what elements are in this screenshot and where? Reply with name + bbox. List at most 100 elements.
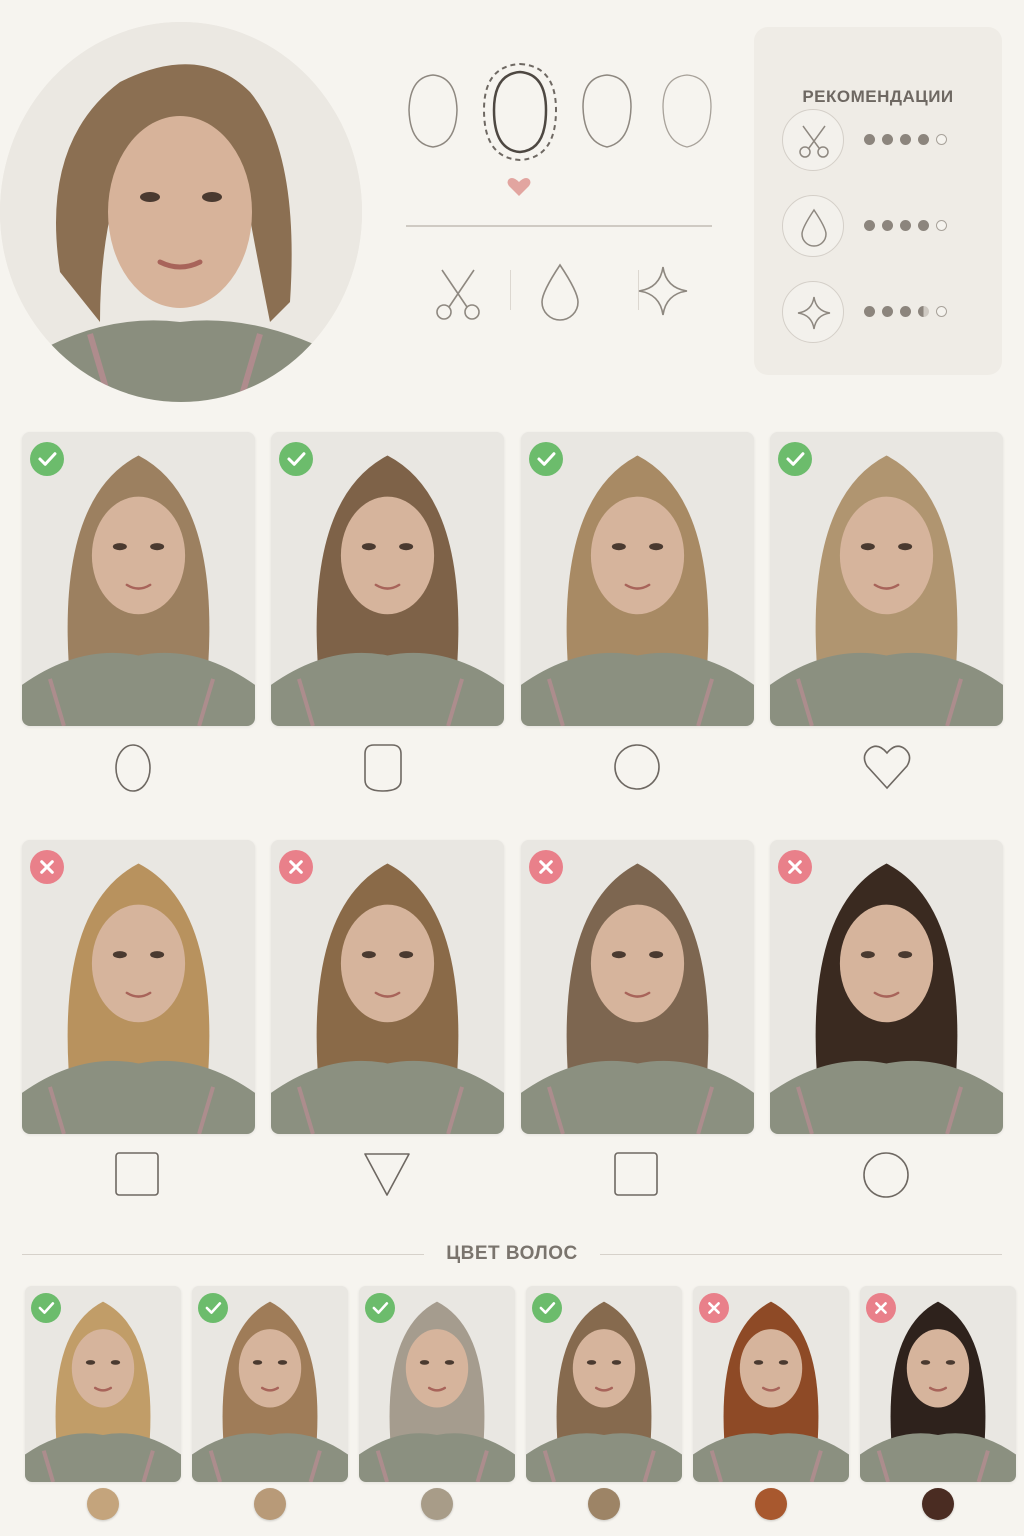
hairstyle-portrait [271, 840, 504, 1134]
hair-color-card[interactable] [693, 1286, 849, 1482]
favorite-heart-icon[interactable] [506, 176, 532, 198]
portrait-illustration [0, 22, 362, 402]
hairstyle-card[interactable] [22, 432, 255, 726]
check-icon [786, 452, 805, 466]
hair-color-card[interactable] [526, 1286, 682, 1482]
check-icon [205, 1302, 222, 1314]
suitable-badge [198, 1293, 228, 1323]
unsuitable-badge [778, 850, 812, 884]
square-shape-icon [115, 1152, 159, 1196]
oblong-shape-icon [364, 744, 402, 792]
face-shape-indicator [612, 1150, 660, 1203]
suitable-badge [532, 1293, 562, 1323]
suitable-badge [365, 1293, 395, 1323]
hairstyle-card[interactable] [271, 840, 504, 1134]
suitable-badge [778, 442, 812, 476]
color-swatch[interactable] [87, 1488, 119, 1520]
hair-color-card[interactable] [860, 1286, 1016, 1482]
cross-icon [708, 1302, 720, 1314]
face-shape-indicator [113, 742, 153, 799]
water-drop-icon [801, 208, 827, 247]
hairstyle-portrait [770, 840, 1003, 1134]
heart-shape-icon [863, 745, 911, 790]
hairstyle-card[interactable] [521, 432, 754, 726]
hairstyle-card[interactable] [521, 840, 754, 1134]
tool-separator [510, 270, 511, 310]
hairstyle-card[interactable] [22, 840, 255, 1134]
scissors-icon[interactable] [434, 266, 482, 322]
hairstyle-portrait [271, 432, 504, 726]
section-divider-right [600, 1254, 1002, 1255]
unsuitable-badge [699, 1293, 729, 1323]
color-swatch[interactable] [755, 1488, 787, 1520]
face-shape-indicator [861, 742, 913, 797]
suitable-badge [279, 442, 313, 476]
water-drop-icon[interactable] [538, 262, 582, 322]
cross-icon [539, 860, 553, 874]
hairstyle-portrait [22, 432, 255, 726]
sparkle-icon [797, 296, 831, 330]
cross-icon [788, 860, 802, 874]
oval-shape-icon [115, 744, 151, 792]
rating-dots [864, 134, 964, 146]
recommendations-title: РЕКОМЕНДАЦИИ [802, 87, 954, 106]
color-swatch[interactable] [588, 1488, 620, 1520]
user-portrait[interactable] [0, 22, 362, 402]
recommendation-row-scissors[interactable] [782, 109, 992, 173]
color-swatch[interactable] [421, 1488, 453, 1520]
cross-icon [875, 1302, 887, 1314]
face-shape-indicator [362, 1150, 412, 1203]
recommendation-row-sparkle[interactable] [782, 281, 992, 345]
face-shape-oval-3-icon[interactable] [660, 72, 714, 150]
face-shape-indicator [113, 1150, 161, 1203]
check-icon [38, 452, 57, 466]
check-icon [372, 1302, 389, 1314]
face-shape-oblong-selected-icon[interactable] [480, 60, 560, 164]
hairstyle-portrait [521, 432, 754, 726]
triangle-shape-icon [364, 1153, 410, 1196]
hair-color-card[interactable] [192, 1286, 348, 1482]
sparkle-icon[interactable] [636, 264, 690, 318]
suitable-badge [31, 1293, 61, 1323]
color-swatch[interactable] [254, 1488, 286, 1520]
unsuitable-badge [529, 850, 563, 884]
hair-color-card[interactable] [25, 1286, 181, 1482]
header-divider [406, 225, 712, 227]
scissors-icon [799, 125, 829, 158]
hairstyle-portrait [521, 840, 754, 1134]
check-icon [287, 452, 306, 466]
color-swatch[interactable] [922, 1488, 954, 1520]
hair-color-card[interactable] [359, 1286, 515, 1482]
unsuitable-badge [279, 850, 313, 884]
face-shape-indicator [362, 742, 404, 799]
scissors-badge [782, 109, 844, 171]
round-shape-icon [614, 744, 660, 790]
suitable-badge [529, 442, 563, 476]
check-icon [38, 1302, 55, 1314]
hairstyle-card[interactable] [770, 432, 1003, 726]
rating-dots [864, 220, 964, 232]
face-shape-indicator [861, 1150, 911, 1205]
face-shape-oval-2-icon[interactable] [580, 72, 634, 150]
rating-dots [864, 306, 964, 318]
drop-badge [782, 195, 844, 257]
hairstyle-card[interactable] [271, 432, 504, 726]
hairstyle-portrait [770, 432, 1003, 726]
unsuitable-badge [30, 850, 64, 884]
suitable-badge [30, 442, 64, 476]
face-shape-indicator [612, 742, 662, 797]
recommendations-panel: РЕКОМЕНДАЦИИ [754, 27, 1002, 375]
hairstyle-portrait [22, 840, 255, 1134]
check-icon [539, 1302, 556, 1314]
cross-icon [289, 860, 303, 874]
check-icon [537, 452, 556, 466]
unsuitable-badge [866, 1293, 896, 1323]
round-shape-icon [863, 1152, 909, 1198]
square-shape-icon [614, 1152, 658, 1196]
recommendation-row-drop[interactable] [782, 195, 992, 259]
sparkle-badge [782, 281, 844, 343]
face-shape-oval-1-icon[interactable] [406, 72, 460, 150]
cross-icon [40, 860, 54, 874]
tool-row [420, 258, 720, 328]
hairstyle-card[interactable] [770, 840, 1003, 1134]
